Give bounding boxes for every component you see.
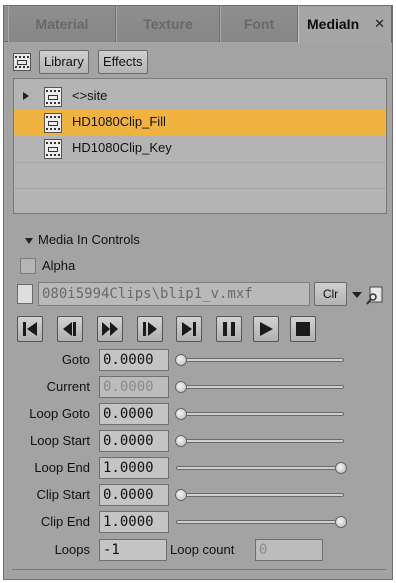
- close-icon[interactable]: ✕: [374, 6, 385, 42]
- browse-file-icon[interactable]: [366, 286, 384, 306]
- media-tree[interactable]: <>site HD1080Clip_Fill HD1080Clip_Key: [13, 78, 387, 214]
- clip-end-field[interactable]: 1.0000: [99, 511, 169, 533]
- tab-font-label: Font: [243, 16, 275, 32]
- section-title: Media In Controls: [38, 232, 140, 247]
- clip-end-slider-knob[interactable]: [335, 516, 347, 528]
- loops-field[interactable]: -1: [99, 539, 167, 561]
- current-slider-knob: [175, 381, 187, 393]
- goto-field[interactable]: 0.0000: [99, 349, 169, 371]
- tree-row-label: HD1080Clip_Fill: [72, 114, 166, 129]
- loop-goto-label: Loop Goto: [29, 406, 90, 421]
- loop-start-field[interactable]: 0.0000: [99, 430, 169, 452]
- alpha-label: Alpha: [42, 258, 76, 273]
- step-forward-icon: [143, 322, 157, 336]
- loop-count-label: Loop count: [170, 542, 235, 557]
- tree-row-label: HD1080Clip_Key: [72, 140, 172, 155]
- clip-end-slider[interactable]: [176, 516, 347, 528]
- row-divider: [14, 162, 386, 163]
- bottom-divider: [12, 569, 386, 570]
- current-label: Current: [46, 379, 90, 394]
- fast-forward-icon: [102, 322, 118, 336]
- play-button[interactable]: [253, 316, 279, 342]
- loops-label: Loops: [54, 542, 90, 557]
- loop-end-label: Loop End: [34, 460, 90, 475]
- clip-start-slider-knob[interactable]: [175, 489, 187, 501]
- tree-row-site[interactable]: <>site: [14, 84, 386, 110]
- tab-material[interactable]: Material: [8, 6, 116, 42]
- tab-texture[interactable]: Texture: [116, 6, 220, 42]
- go-to-start-icon: [23, 322, 37, 336]
- pause-button[interactable]: [216, 316, 242, 342]
- go-to-end-button[interactable]: [176, 316, 202, 342]
- clip-start-field[interactable]: 0.0000: [99, 484, 169, 506]
- clip-start-label: Clip Start: [36, 487, 90, 502]
- dropdown-arrow-icon[interactable]: [352, 292, 362, 298]
- media-library-icon[interactable]: [13, 53, 31, 71]
- tab-material-label: Material: [35, 16, 89, 32]
- clip-start-slider[interactable]: [175, 489, 344, 501]
- step-forward-button[interactable]: [137, 316, 163, 342]
- current-field: 0.0000: [99, 376, 169, 398]
- loop-start-label: Loop Start: [30, 433, 90, 448]
- collapse-arrow-icon[interactable]: [25, 238, 33, 244]
- clip-icon: [44, 139, 62, 159]
- clear-button[interactable]: Clr: [314, 282, 347, 306]
- goto-slider-knob[interactable]: [175, 354, 187, 366]
- tab-mediain[interactable]: MediaIn ✕: [298, 6, 392, 43]
- library-button[interactable]: Library: [39, 50, 89, 74]
- goto-slider[interactable]: [175, 354, 344, 366]
- loop-count-field: 0: [255, 539, 323, 561]
- tree-row-hd1080clip-fill[interactable]: HD1080Clip_Fill: [14, 110, 386, 136]
- loop-start-slider-knob[interactable]: [175, 435, 187, 447]
- expand-arrow-icon[interactable]: [23, 92, 29, 100]
- loop-end-slider[interactable]: [176, 462, 347, 474]
- clip-icon: [44, 87, 62, 107]
- step-back-icon: [63, 322, 76, 336]
- loop-end-field[interactable]: 1.0000: [99, 457, 169, 479]
- pause-icon: [223, 322, 235, 336]
- clip-end-label: Clip End: [40, 514, 90, 529]
- fast-forward-button[interactable]: [97, 316, 123, 342]
- loop-end-slider-knob[interactable]: [335, 462, 347, 474]
- current-slider: [175, 381, 344, 393]
- alpha-checkbox[interactable]: [20, 258, 36, 274]
- media-in-panel: Material Texture Font MediaIn ✕ Library …: [3, 5, 393, 580]
- loop-goto-field[interactable]: 0.0000: [99, 403, 169, 425]
- tree-row-hd1080clip-key[interactable]: HD1080Clip_Key: [14, 136, 386, 162]
- loop-goto-slider-knob[interactable]: [175, 408, 187, 420]
- tab-texture-label: Texture: [143, 16, 193, 32]
- file-icon: [17, 284, 33, 304]
- tab-bar: Material Texture Font MediaIn ✕: [4, 6, 392, 43]
- effects-button[interactable]: Effects: [98, 50, 148, 74]
- tab-mediain-label: MediaIn: [307, 16, 360, 32]
- go-to-start-button[interactable]: [17, 316, 43, 342]
- row-divider: [14, 188, 386, 189]
- clip-icon: [44, 113, 62, 133]
- tab-font[interactable]: Font: [220, 6, 298, 42]
- play-icon: [260, 322, 273, 336]
- stop-button[interactable]: [290, 316, 316, 342]
- loop-goto-slider[interactable]: [175, 408, 344, 420]
- file-path-input[interactable]: 080i5994Clips\blip1_v.mxf: [38, 282, 310, 306]
- step-back-button[interactable]: [57, 316, 83, 342]
- go-to-end-icon: [182, 322, 196, 336]
- tree-row-label: <>site: [72, 88, 108, 103]
- goto-label: Goto: [61, 352, 90, 367]
- stop-icon: [296, 322, 310, 336]
- loop-start-slider[interactable]: [175, 435, 344, 447]
